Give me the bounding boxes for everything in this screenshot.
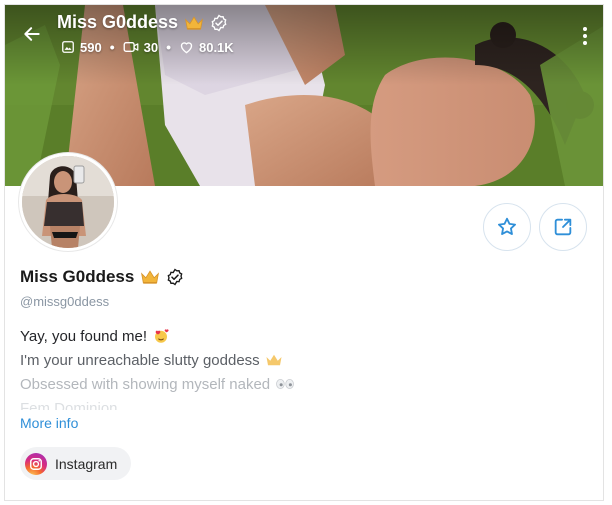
profile-name: Miss G0ddess xyxy=(20,267,135,286)
bio-text: Fem Dominion xyxy=(20,399,118,411)
cover-stats: 590 • 30 • 80.1K xyxy=(61,39,234,55)
photos-count: 590 xyxy=(80,39,102,55)
likes-stat: 80.1K xyxy=(179,40,234,55)
crown-icon xyxy=(266,354,282,366)
profile-handle: @missg0ddess xyxy=(20,294,110,309)
bio-line: Obsessed with showing myself naked xyxy=(20,372,580,396)
instagram-icon xyxy=(25,452,47,475)
bio-text: Yay, you found me! xyxy=(20,327,148,345)
profile-card: Miss G0ddess 590 • 30 • 80.1K Miss G0dde… xyxy=(4,4,604,501)
more-info-link[interactable]: More info xyxy=(20,415,78,431)
cover-title-text: Miss G0ddess xyxy=(57,12,179,32)
star-icon xyxy=(498,217,516,235)
avatar-photo xyxy=(22,156,114,248)
cover-image: Miss G0ddess 590 • 30 • 80.1K xyxy=(5,5,603,186)
back-button[interactable] xyxy=(19,21,45,47)
likes-count: 80.1K xyxy=(198,39,234,55)
verified-badge-icon xyxy=(167,268,183,286)
more-options-button[interactable] xyxy=(579,25,591,47)
avatar[interactable] xyxy=(19,153,117,251)
bio-line: Fem Dominion xyxy=(20,396,580,411)
cover-title: Miss G0ddess xyxy=(57,12,228,33)
image-icon xyxy=(62,41,74,53)
crown-icon xyxy=(141,270,160,284)
bio-text: I'm your unreachable slutty goddess xyxy=(20,351,260,369)
verified-badge-icon xyxy=(211,14,227,31)
heart-icon xyxy=(180,42,193,54)
bio-line: I'm your unreachable slutty goddess xyxy=(20,348,580,372)
more-vertical-icon xyxy=(583,27,587,31)
photos-stat: 590 xyxy=(61,40,102,55)
videos-count: 30 xyxy=(143,39,159,55)
share-button[interactable] xyxy=(539,203,587,251)
share-icon xyxy=(554,218,572,236)
bio-line: Yay, you found me! xyxy=(20,324,580,348)
videos-stat: 30 xyxy=(123,40,158,55)
stat-separator: • xyxy=(166,39,171,55)
crown-icon xyxy=(185,15,204,30)
bio-text: Obsessed with showing myself naked xyxy=(20,375,271,393)
instagram-link[interactable]: Instagram xyxy=(20,447,132,480)
video-icon xyxy=(123,42,138,52)
add-to-favorites-button[interactable] xyxy=(483,203,531,251)
arrow-left-icon xyxy=(24,27,40,41)
profile-bio: Yay, you found me! I'm your unreachable … xyxy=(20,324,580,410)
profile-name-row: Miss G0ddess xyxy=(20,267,184,287)
instagram-label: Instagram xyxy=(55,455,118,472)
hearts-face-icon xyxy=(155,329,169,343)
eyes-icon xyxy=(276,379,294,389)
stat-separator: • xyxy=(109,39,115,55)
